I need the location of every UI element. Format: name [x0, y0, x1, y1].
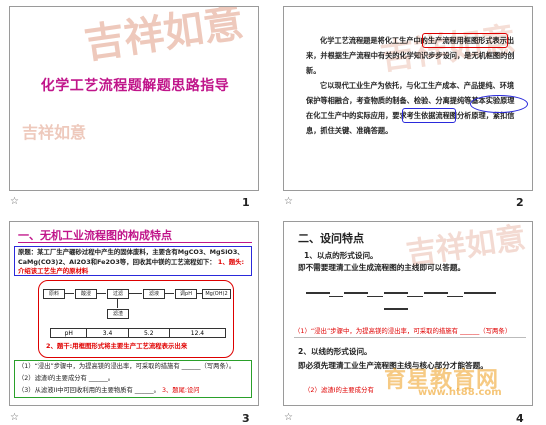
flow-box: [384, 292, 408, 294]
flow-arrow: [128, 293, 142, 294]
example-question-2: （2）滤渣I的主要成分有: [304, 386, 374, 394]
flow-box: 调pH: [175, 289, 197, 299]
intro-text: 原题：某工厂生产硼砂过程中产生的固体废料，主要含有MgCO3、MgSiO3、Ca…: [18, 248, 244, 266]
flow-arrow: [447, 296, 463, 297]
slide-number: 1: [242, 196, 250, 209]
point-1-description: 即不需要理清工业生成流程图的主线即可以答题。: [298, 263, 466, 272]
slide-number: 3: [242, 412, 250, 425]
slide-number: 2: [516, 196, 524, 209]
star-icon[interactable]: ☆: [284, 196, 293, 207]
ph-cell: 3.4: [86, 328, 129, 338]
point-1-title: 1、以点的形式设问。: [304, 251, 378, 260]
highlight-oval: [470, 95, 528, 113]
flow-box: [306, 292, 330, 294]
section-heading: 一、无机工业流程图的构成特点: [18, 229, 172, 242]
ph-table: pH 3.4 5.2 12.4: [49, 328, 227, 338]
highlight-box: [402, 108, 456, 123]
slide-title: 化学工艺流程题解题思路指导: [40, 78, 230, 94]
question-box: （1）“浸出”步骤中，为提高镁的浸出率，可采取的措施有 ______（写两条）。…: [14, 360, 252, 398]
slide-number: 4: [516, 412, 524, 425]
star-icon[interactable]: ☆: [10, 412, 19, 423]
ph-cell: pH: [49, 328, 88, 338]
heading-underline: [18, 242, 252, 243]
slide-1-thumbnail[interactable]: 吉祥如意 化学工艺流程题解题思路指导 吉祥如意: [9, 6, 259, 191]
section-heading: 二、设问特点: [298, 232, 364, 245]
slide-2-thumbnail[interactable]: 吉祥如意 化学工艺流程题是将化工生产中的生产流程用框图形式表示出来，并根据生产流…: [283, 6, 533, 191]
example-question: （1）“浸出”步骤中，为提高镁的浸出率，可采取的措施有 ______（写两条）: [294, 326, 526, 338]
flow-box: 滤渣: [107, 309, 129, 319]
watermark-url: www.ht88.com: [418, 387, 502, 398]
star-icon[interactable]: ☆: [284, 412, 293, 423]
question-2: （2）滤渣I的主要成分有 ______。: [18, 375, 115, 382]
calligraphy-decoration: 吉祥如意: [81, 6, 247, 68]
slide-3-thumbnail[interactable]: 一、无机工业流程图的构成特点 原题：某工厂生产硼砂过程中产生的固体废料，主要含有…: [9, 221, 259, 406]
flow-arrow: [329, 296, 343, 297]
flow-box: [424, 292, 448, 294]
flow-box: 酸浸: [75, 289, 97, 299]
flow-note: 2、题干:用框图形式将主要生产工艺流程表示出来: [46, 342, 188, 350]
point-2-title: 2、以线的形式设问。: [298, 347, 372, 356]
flow-arrow: [164, 293, 174, 294]
flow-box: Mg(OH)2: [202, 289, 231, 299]
flow-arrow: [64, 293, 74, 294]
intro-box: 原题：某工厂生产硼砂过程中产生的固体废料，主要含有MgCO3、MgSiO3、Ca…: [14, 246, 252, 276]
flowchart-image: [306, 278, 506, 322]
flow-arrow: [117, 298, 118, 308]
calligraphy-seal: 吉祥如意: [22, 123, 87, 142]
flow-arrow: [96, 293, 106, 294]
flow-box: [344, 292, 368, 294]
slide-4-thumbnail[interactable]: 吉祥如意 二、设问特点 1、以点的形式设问。 即不需要理清工业生成流程图的主线即…: [283, 221, 533, 406]
flow-arrow: [407, 296, 423, 297]
ph-cell: 5.2: [127, 328, 170, 338]
question-note: 3、题尾:设问: [161, 387, 200, 394]
star-icon[interactable]: ☆: [10, 196, 19, 207]
flow-box: 滤液: [143, 289, 165, 299]
ph-cell: 12.4: [168, 328, 227, 338]
question-3: （3）从滤液II中可回收利用的主要物质有 ______。: [18, 387, 160, 394]
flow-box: [464, 292, 496, 294]
highlight-box: [422, 33, 508, 48]
flow-box: [384, 308, 408, 310]
flow-arrow: [367, 296, 383, 297]
flow-box: 过滤: [107, 289, 129, 299]
question-1: （1）“浸出”步骤中，为提高镁的浸出率，可采取的措施有 ______（写两条）。: [18, 363, 236, 370]
flow-box: 原料: [43, 289, 65, 299]
